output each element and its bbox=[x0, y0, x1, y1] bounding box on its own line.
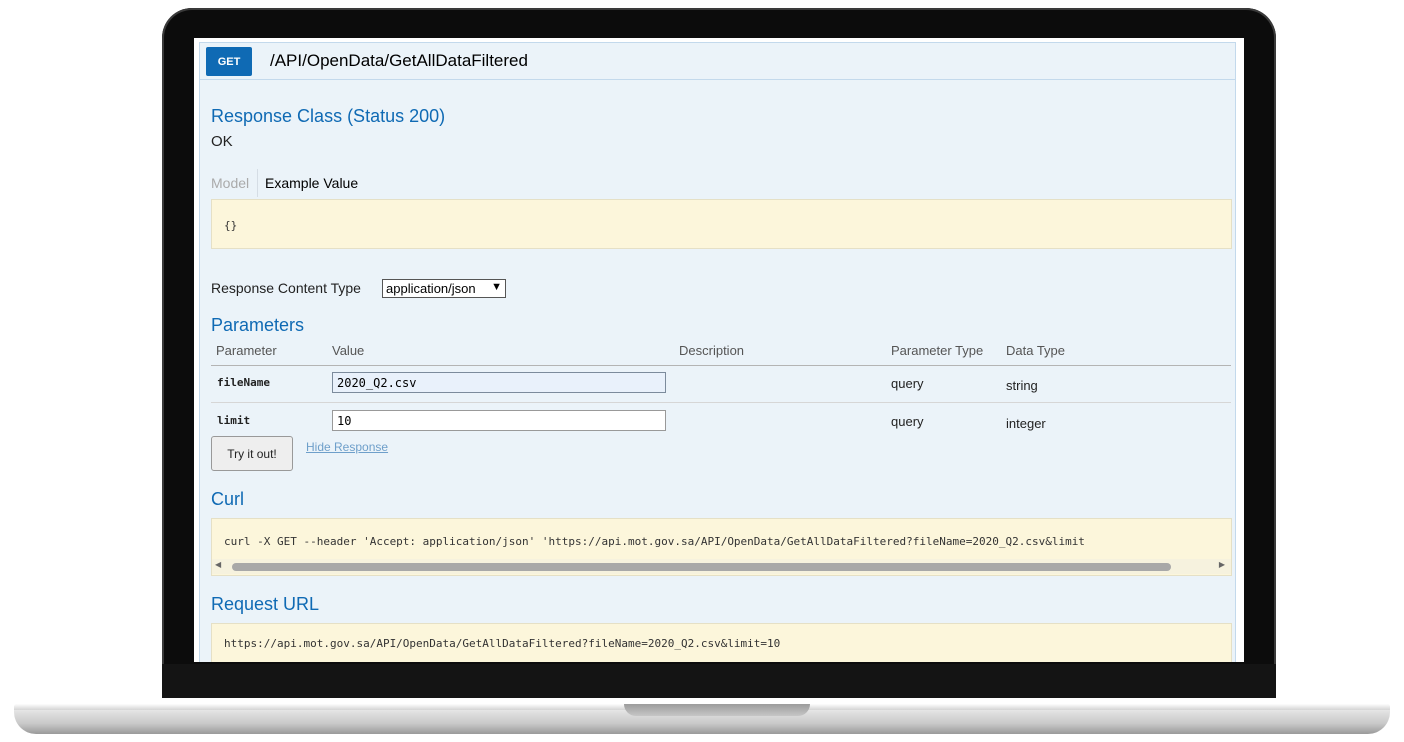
param-input-limit[interactable] bbox=[332, 410, 666, 431]
param-type-filename: query bbox=[891, 376, 924, 391]
curl-heading: Curl bbox=[211, 489, 245, 509]
content-type-selected-value: application/json bbox=[386, 281, 476, 296]
param-name-filename: fileName bbox=[217, 376, 270, 389]
param-name-limit: limit bbox=[217, 414, 251, 427]
scrollbar-thumb[interactable] bbox=[232, 563, 1171, 571]
curl-box: curl -X GET --header 'Accept: applicatio… bbox=[211, 518, 1232, 576]
chevron-down-icon: ▼ bbox=[491, 281, 502, 293]
tab-divider bbox=[257, 169, 258, 197]
column-header-parameter: Parameter bbox=[216, 343, 277, 358]
laptop-hinge-notch bbox=[624, 704, 810, 716]
tab-example-value[interactable]: Example Value bbox=[265, 175, 358, 191]
horizontal-scrollbar[interactable]: ◀ ▶ bbox=[212, 559, 1231, 574]
operation-panel: GET /API/OpenData/GetAllDataFiltered Res… bbox=[199, 42, 1236, 662]
request-url-box: https://api.mot.gov.sa/API/OpenData/GetA… bbox=[211, 623, 1232, 662]
laptop-screen: GET /API/OpenData/GetAllDataFiltered Res… bbox=[194, 38, 1244, 662]
column-header-parameter-type: Parameter Type bbox=[891, 343, 984, 358]
table-row-divider bbox=[211, 402, 1231, 403]
curl-command: curl -X GET --header 'Accept: applicatio… bbox=[224, 535, 1085, 548]
content-type-label: Response Content Type bbox=[211, 280, 361, 296]
operation-header[interactable]: GET /API/OpenData/GetAllDataFiltered bbox=[200, 43, 1235, 80]
data-type-filename: string bbox=[1006, 378, 1038, 393]
column-header-value: Value bbox=[332, 343, 365, 358]
param-input-filename[interactable] bbox=[332, 372, 666, 393]
content-type-select[interactable]: application/json ▼ bbox=[382, 279, 506, 298]
try-it-out-button[interactable]: Try it out! bbox=[211, 436, 293, 471]
scroll-right-arrow-icon[interactable]: ▶ bbox=[1219, 560, 1225, 569]
scroll-left-arrow-icon[interactable]: ◀ bbox=[215, 560, 221, 569]
column-header-description: Description bbox=[679, 343, 745, 358]
hide-response-link[interactable]: Hide Response bbox=[306, 440, 388, 454]
param-type-limit: query bbox=[891, 414, 924, 429]
column-header-data-type: Data Type bbox=[1006, 343, 1066, 358]
response-status-text: OK bbox=[211, 133, 233, 150]
request-url-text: https://api.mot.gov.sa/API/OpenData/GetA… bbox=[224, 637, 781, 650]
request-url-heading: Request URL bbox=[211, 594, 320, 614]
data-type-limit: integer bbox=[1006, 416, 1046, 431]
endpoint-path[interactable]: /API/OpenData/GetAllDataFiltered bbox=[270, 51, 528, 71]
table-header-divider bbox=[211, 365, 1231, 366]
laptop-bezel-bottom bbox=[162, 664, 1276, 698]
http-method-badge: GET bbox=[206, 47, 252, 76]
parameters-heading: Parameters bbox=[211, 315, 305, 335]
tab-model[interactable]: Model bbox=[211, 175, 249, 191]
example-value-code: {} bbox=[224, 219, 238, 232]
response-class-heading: Response Class (Status 200) bbox=[211, 106, 446, 126]
example-value-box: {} bbox=[211, 199, 1232, 249]
